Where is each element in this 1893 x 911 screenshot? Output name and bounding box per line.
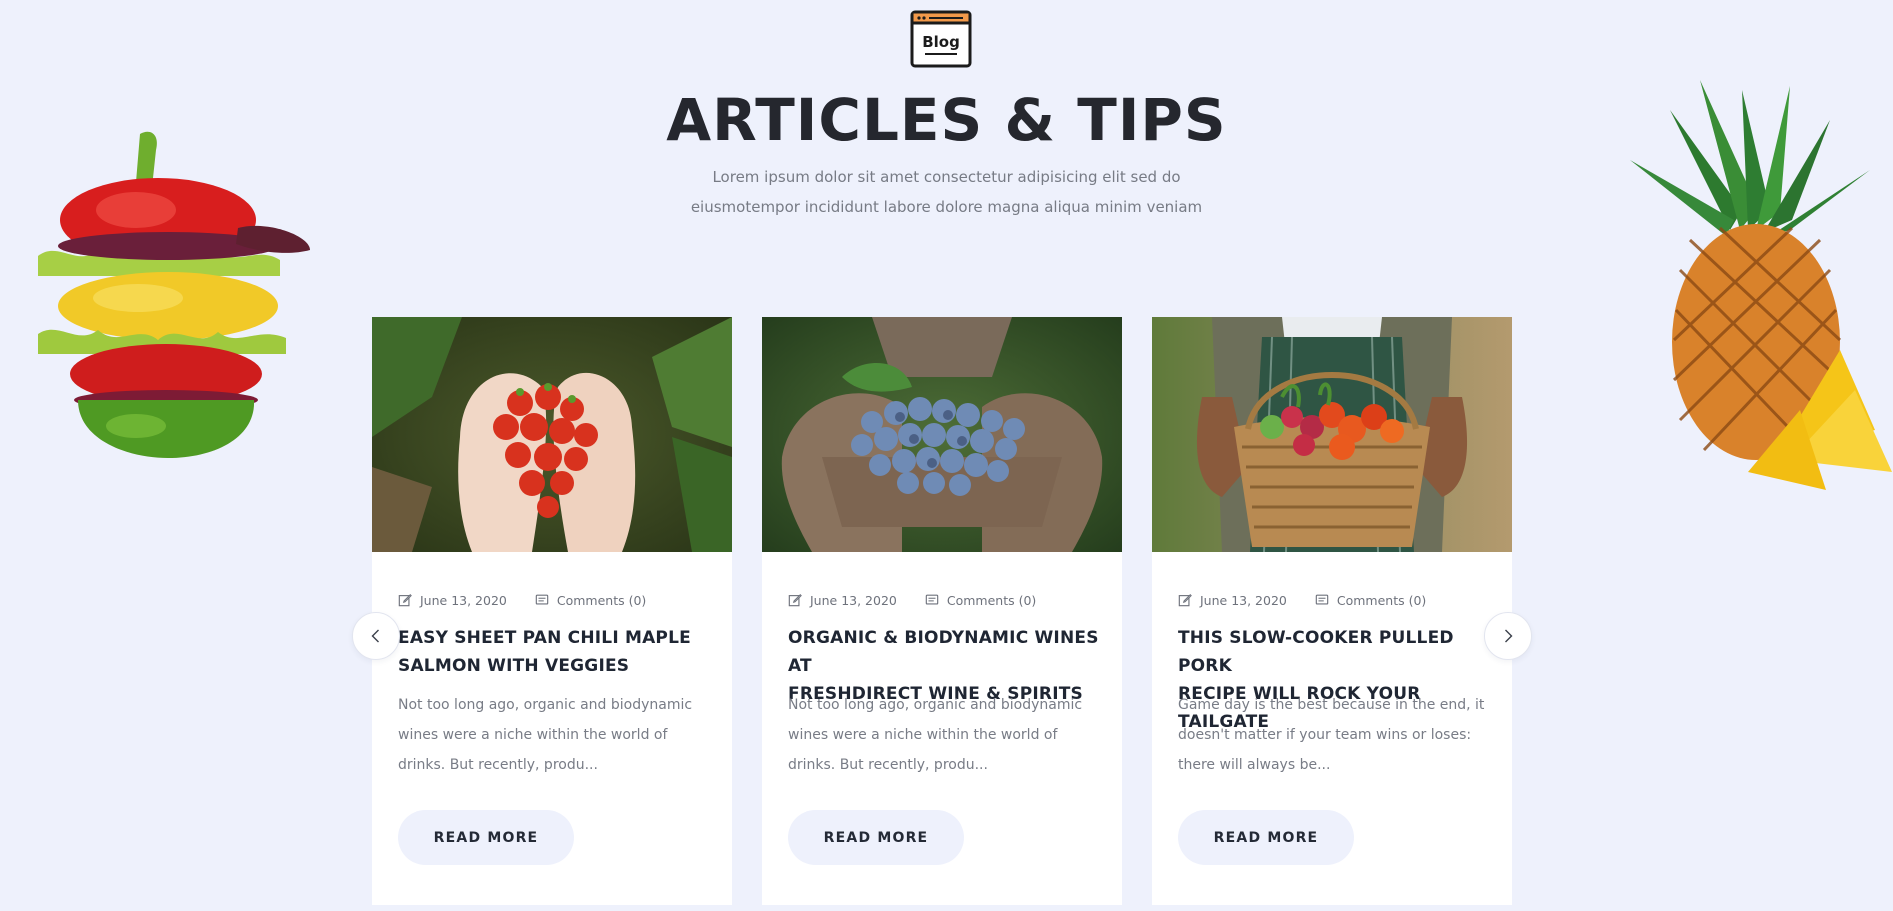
- post-comments-text: Comments (0): [1336, 592, 1427, 608]
- read-more-button[interactable]: READ MORE: [398, 810, 574, 865]
- post-date: June 13, 2020: [1178, 593, 1287, 608]
- post-date-text: June 13, 2020: [810, 592, 897, 608]
- post-comments-text: Comments (0): [556, 592, 647, 608]
- excerpt-line-3: there will always be...: [1178, 757, 1331, 773]
- carousel-prev-button[interactable]: [352, 612, 400, 660]
- vegetable-basket-image[interactable]: [1152, 317, 1512, 552]
- blog-icon: Blog: [909, 9, 973, 69]
- grapes-in-hands-image[interactable]: [762, 317, 1122, 552]
- read-more-button[interactable]: READ MORE: [1178, 810, 1354, 865]
- chevron-right-icon: [1505, 629, 1513, 643]
- excerpt-line-2: wines were a niche within the world of: [398, 727, 668, 743]
- post-title-line-1: ORGANIC & BIODYNAMIC WINES AT: [788, 628, 1099, 676]
- blog-icon-label: Blog: [922, 33, 960, 51]
- excerpt-line-2: doesn't matter if your team wins or lose…: [1178, 727, 1472, 743]
- excerpt-line-2: wines were a niche within the world of: [788, 727, 1058, 743]
- carousel-next-button[interactable]: [1484, 612, 1532, 660]
- card-meta: June 13, 2020 Comments (0): [788, 590, 1036, 610]
- post-comments[interactable]: Comments (0): [1315, 593, 1426, 608]
- card-meta: June 13, 2020 Comments (0): [398, 590, 646, 610]
- post-comments[interactable]: Comments (0): [925, 593, 1036, 608]
- blog-card: June 13, 2020 Comments (0) ORGANIC & BIO…: [762, 317, 1122, 905]
- excerpt-line-1: Game day is the best because in the end,…: [1178, 697, 1485, 713]
- post-title-line-2: SALMON WITH VEGGIES: [398, 656, 630, 676]
- excerpt-line-3: drinks. But recently, produ...: [788, 757, 988, 773]
- strawberries-in-hands-image[interactable]: [372, 317, 732, 552]
- blog-section: Blog ARTICLES & TIPS Lorem ipsum dolor s…: [0, 0, 1893, 911]
- edit-icon: [788, 594, 802, 607]
- card-meta: June 13, 2020 Comments (0): [1178, 590, 1426, 610]
- read-more-button[interactable]: READ MORE: [788, 810, 964, 865]
- post-comments-text: Comments (0): [946, 592, 1037, 608]
- post-comments[interactable]: Comments (0): [535, 593, 646, 608]
- comment-icon: [1315, 594, 1329, 605]
- stacked-vegetables-image: [18, 128, 318, 468]
- chevron-left-icon: [371, 629, 379, 643]
- excerpt-line-1: Not too long ago, organic and biodynamic: [398, 697, 693, 713]
- excerpt-line-3: drinks. But recently, produ...: [398, 757, 598, 773]
- comment-icon: [535, 594, 549, 605]
- post-title-line-1: EASY SHEET PAN CHILI MAPLE: [398, 628, 691, 648]
- edit-icon: [1178, 594, 1192, 607]
- post-title-line-1: THIS SLOW-COOKER PULLED PORK: [1178, 628, 1454, 676]
- edit-icon: [398, 594, 412, 607]
- blog-carousel: June 13, 2020 Comments (0) EASY SHEET PA…: [372, 317, 1512, 911]
- post-excerpt: Not too long ago, organic and biodynamic…: [398, 690, 716, 780]
- post-excerpt: Not too long ago, organic and biodynamic…: [788, 690, 1106, 780]
- post-date: June 13, 2020: [788, 593, 897, 608]
- post-date-text: June 13, 2020: [1200, 592, 1287, 608]
- excerpt-line-1: Not too long ago, organic and biodynamic: [788, 697, 1083, 713]
- post-excerpt: Game day is the best because in the end,…: [1178, 690, 1496, 780]
- blog-card: June 13, 2020 Comments (0) THIS SLOW-COO…: [1152, 317, 1512, 905]
- post-date-text: June 13, 2020: [420, 592, 507, 608]
- post-title[interactable]: EASY SHEET PAN CHILI MAPLE SALMON WITH V…: [398, 624, 718, 680]
- post-date: June 13, 2020: [398, 593, 507, 608]
- comment-icon: [925, 594, 939, 605]
- blog-card: June 13, 2020 Comments (0) EASY SHEET PA…: [372, 317, 732, 905]
- pineapple-image: [1630, 80, 1893, 500]
